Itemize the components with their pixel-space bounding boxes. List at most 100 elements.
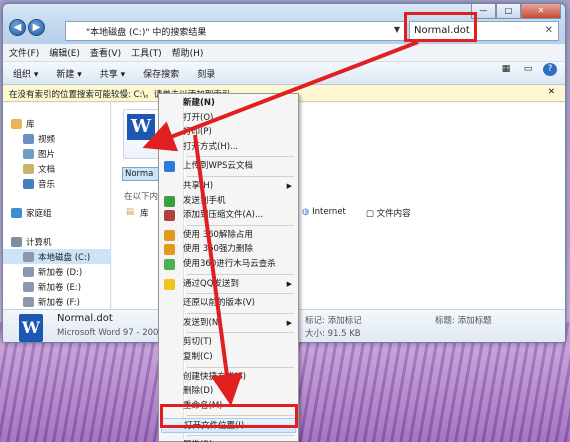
view-controls: ▦ ▭ ? bbox=[499, 63, 557, 76]
word-document-icon: W bbox=[19, 314, 43, 342]
burn-button[interactable]: 刻录 bbox=[197, 67, 215, 80]
close-icon[interactable]: ✕ bbox=[548, 87, 555, 97]
menu-edit[interactable]: 编辑(E) bbox=[49, 46, 80, 59]
context-menu-item[interactable]: 上传到WPS云文档 bbox=[161, 159, 296, 174]
menu-file[interactable]: 文件(F) bbox=[9, 46, 39, 59]
menu-item-icon bbox=[164, 210, 175, 222]
search-again-label: 在以下内 bbox=[124, 192, 159, 202]
context-menu-item[interactable]: 打印(P) bbox=[161, 125, 296, 140]
context-menu: 新建(N) 打开(O) 打印(P) 打开方式(H)... 上传到WPS云文档 共享(H) ▶… bbox=[158, 93, 299, 442]
nav-icon bbox=[11, 236, 22, 247]
menu-item-label: 复制(C) bbox=[183, 351, 213, 362]
nav-item-label: 计算机 bbox=[26, 237, 52, 248]
help-icon[interactable]: ? bbox=[543, 63, 557, 76]
save-search-button[interactable]: 保存搜索 bbox=[143, 67, 179, 80]
new-button[interactable]: 新建 ▾ bbox=[56, 67, 81, 80]
menu-item-icon bbox=[164, 195, 175, 207]
library-icon: ▤ bbox=[126, 207, 135, 217]
navigation-pane: 库视频图片 文档 音乐家庭组计算机 本地磁盘 (C:) 新加卷 (D:) 新加卷 (E:)… bbox=[3, 103, 111, 309]
context-menu-item[interactable]: 属性(R) bbox=[161, 438, 296, 442]
menu-item-icon bbox=[164, 229, 175, 241]
context-menu-item[interactable]: 复制(C) bbox=[161, 350, 296, 365]
menu-item-label: 打开(O) bbox=[183, 112, 214, 123]
nav-item-label: 图片 bbox=[38, 149, 56, 160]
search-highlight-box bbox=[404, 12, 477, 42]
context-menu-item[interactable]: 新建(N) bbox=[161, 96, 296, 111]
menu-item-label: 新建(N) bbox=[183, 98, 215, 108]
menu-item-icon bbox=[164, 244, 175, 256]
details-file-type: Microsoft Word 97 - 2003 bbox=[57, 328, 164, 338]
address-text: "本地磁盘 (C:)" 中的搜索结果 bbox=[86, 28, 207, 38]
library-link[interactable]: 库 bbox=[140, 207, 149, 219]
file-content-link[interactable]: ▢ 文件内容 bbox=[366, 207, 411, 219]
document-icon: ▢ bbox=[365, 209, 374, 219]
menu-item-label: 添加到压缩文件(A)... bbox=[183, 210, 264, 221]
nav-icon bbox=[23, 148, 34, 159]
context-menu-item[interactable]: 发送到手机 bbox=[161, 194, 296, 209]
menu-item-label: 发送到(N) bbox=[183, 317, 222, 328]
details-title[interactable]: 标题: 添加标题 bbox=[435, 314, 492, 326]
submenu-arrow-icon: ▶ bbox=[286, 279, 292, 288]
back-button[interactable]: ◀ bbox=[9, 19, 26, 36]
nav-item-label: 库 bbox=[26, 119, 35, 130]
nav-item[interactable]: 家庭组 bbox=[3, 205, 110, 220]
context-menu-item[interactable]: 发送到(N) ▶ bbox=[161, 316, 296, 331]
nav-item[interactable]: 计算机 bbox=[3, 234, 110, 249]
context-menu-item[interactable]: 还原以前的版本(V) bbox=[161, 296, 296, 311]
organize-button[interactable]: 组织 ▾ bbox=[13, 67, 38, 80]
menu-help[interactable]: 帮助(H) bbox=[172, 46, 204, 59]
menu-tools[interactable]: 工具(T) bbox=[131, 46, 162, 59]
menu-item-icon bbox=[164, 258, 175, 270]
forward-button[interactable]: ▶ bbox=[28, 19, 45, 36]
nav-item[interactable]: 新加卷 (D:) bbox=[3, 264, 110, 279]
internet-link[interactable]: ◍ Internet bbox=[302, 207, 346, 219]
share-button[interactable]: 共享 ▾ bbox=[100, 67, 125, 80]
context-menu-item[interactable]: 打开(O) bbox=[161, 111, 296, 126]
command-bar: 组织 ▾ 新建 ▾ 共享 ▾ 保存搜索 刻录 bbox=[3, 62, 565, 85]
context-menu-item[interactable]: 创建快捷方式(S) bbox=[161, 370, 296, 385]
search-again-links: ◍ Internet ▢ 文件内容 bbox=[302, 207, 411, 219]
nav-icon bbox=[23, 281, 34, 292]
nav-item[interactable]: 新加卷 (E:) bbox=[3, 279, 110, 294]
clear-search-icon[interactable]: ✕ bbox=[545, 25, 553, 36]
nav-item[interactable]: 本地磁盘 (C:) bbox=[3, 249, 110, 264]
context-menu-item[interactable]: 添加到压缩文件(A)... bbox=[161, 208, 296, 223]
details-tags[interactable]: 标记: 添加标记 bbox=[305, 314, 362, 326]
menu-item-label: 使用 360强力删除 bbox=[183, 244, 253, 255]
nav-item[interactable]: 音乐 bbox=[3, 176, 110, 191]
context-menu-item[interactable]: 删除(D) bbox=[161, 384, 296, 399]
title-bar: ◀ ▶ "本地磁盘 (C:)" 中的搜索结果 ▼ Normal.dot ✕ — … bbox=[3, 4, 565, 44]
nav-icon bbox=[23, 296, 34, 307]
menu-item-label: 打印(P) bbox=[183, 127, 212, 138]
menu-item-label: 删除(D) bbox=[183, 386, 214, 397]
nav-item[interactable]: 视频 bbox=[3, 131, 110, 146]
context-menu-item[interactable]: 共享(H) ▶ bbox=[161, 179, 296, 194]
menu-item-label: 创建快捷方式(S) bbox=[183, 371, 247, 382]
menu-view[interactable]: 查看(V) bbox=[90, 46, 121, 59]
nav-item[interactable]: 库 bbox=[3, 116, 110, 131]
nav-item[interactable]: 文档 bbox=[3, 161, 110, 176]
nav-icon bbox=[23, 251, 34, 262]
word-file-icon[interactable]: W bbox=[123, 109, 163, 159]
context-menu-item[interactable]: 使用360进行木马云查杀 bbox=[161, 257, 296, 272]
context-menu-item[interactable]: 打开方式(H)... bbox=[161, 140, 296, 155]
context-menu-item[interactable]: 剪切(T) bbox=[161, 335, 296, 350]
menu-item-label: 通过QQ发送到 bbox=[183, 278, 239, 289]
nav-item[interactable]: 新加卷 (F:) bbox=[3, 294, 110, 309]
maximize-button[interactable]: □ bbox=[496, 4, 521, 19]
context-menu-item[interactable]: 使用 360解除占用 bbox=[161, 228, 296, 243]
context-menu-item[interactable]: 使用 360强力删除 bbox=[161, 242, 296, 257]
search-again-lib[interactable]: ▤ 库 bbox=[126, 207, 149, 219]
chevron-down-icon[interactable]: ▼ bbox=[394, 25, 400, 34]
nav-icon bbox=[23, 163, 34, 174]
nav-item[interactable]: 图片 bbox=[3, 146, 110, 161]
preview-pane-icon[interactable]: ▭ bbox=[521, 63, 535, 76]
file-name-label[interactable]: Norma bbox=[122, 167, 162, 181]
details-size: 大小: 91.5 KB bbox=[305, 329, 361, 339]
context-menu-item[interactable]: 通过QQ发送到 ▶ bbox=[161, 277, 296, 292]
close-button[interactable]: ✕ bbox=[521, 4, 561, 19]
view-options-icon[interactable]: ▦ bbox=[499, 63, 513, 76]
menu-item-label: 使用 360解除占用 bbox=[183, 229, 253, 240]
address-bar[interactable]: "本地磁盘 (C:)" 中的搜索结果 ▼ bbox=[65, 21, 405, 41]
internet-label: Internet bbox=[312, 207, 346, 217]
